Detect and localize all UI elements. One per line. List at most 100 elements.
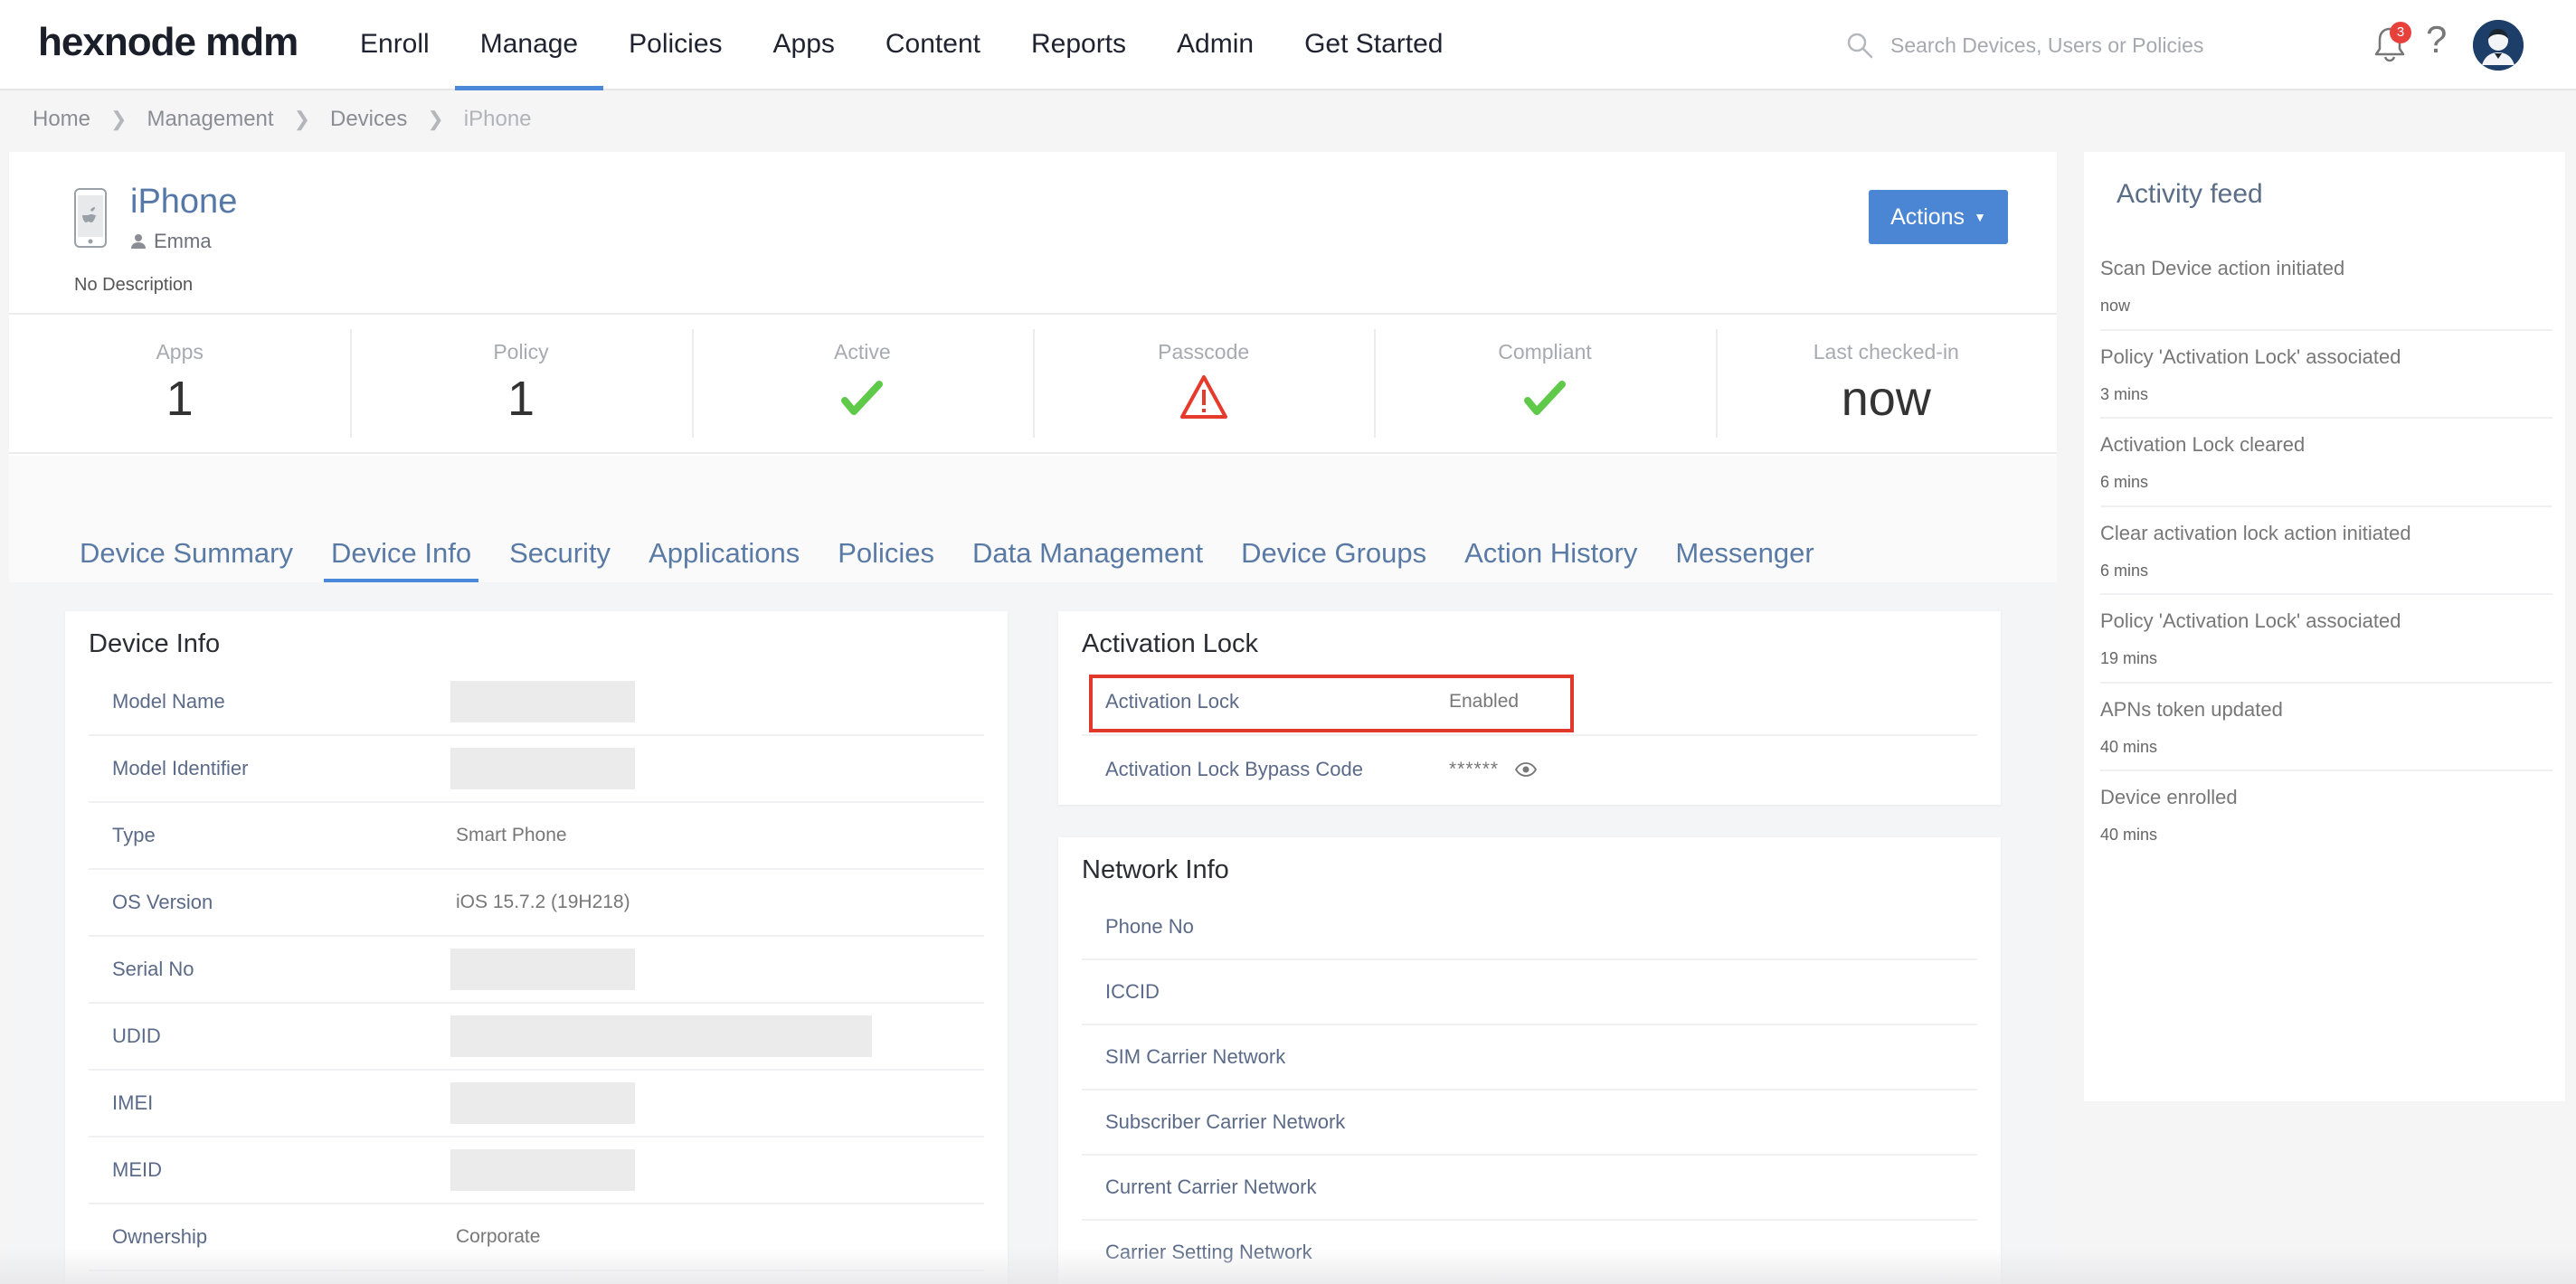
tab-data-management[interactable]: Data Management	[965, 537, 1210, 579]
feed-text: Activation Lock cleared	[2100, 433, 2306, 456]
activity-feed-title: Activity feed	[2117, 179, 2263, 209]
nav-policies[interactable]: Policies	[603, 0, 747, 90]
tab-action-history[interactable]: Action History	[1457, 537, 1644, 579]
tab-messenger[interactable]: Messenger	[1668, 537, 1821, 579]
breadcrumb-management[interactable]: Management	[147, 107, 273, 132]
nav-enroll[interactable]: Enroll	[335, 0, 455, 90]
row-label: Serial No	[112, 958, 194, 980]
nav-apps[interactable]: Apps	[748, 0, 860, 90]
feed-text: APNs token updated	[2100, 697, 2283, 721]
network-info-title: Network Info	[1082, 855, 1229, 884]
row-label: SIM Carrier Network	[1105, 1045, 1286, 1068]
device-info-title: Device Info	[89, 629, 221, 658]
user-avatar[interactable]	[2473, 20, 2524, 71]
network-row-phone-no: Phone No	[1082, 895, 1977, 960]
tabs-area: Device Summary Device Info Security Appl…	[9, 456, 2057, 582]
tab-applications[interactable]: Applications	[641, 537, 807, 579]
row-value: ******	[1449, 759, 1500, 779]
feed-time: 6 mins	[2100, 473, 2149, 491]
actions-label: Actions	[1890, 203, 1965, 230]
row-label: IMEI	[112, 1091, 154, 1114]
row-value: iOS 15.7.2 (19H218)	[456, 892, 630, 912]
stat-policy-label: Policy	[493, 340, 549, 363]
network-row-current-carrier: Current Carrier Network	[1082, 1156, 1977, 1221]
top-navbar: hexnode mdm Enroll Manage Policies Apps …	[0, 0, 2576, 90]
notification-count-badge: 3	[2390, 22, 2411, 43]
nav-manage[interactable]: Manage	[454, 0, 604, 90]
redacted-value	[450, 949, 635, 990]
feed-time: 3 mins	[2100, 384, 2149, 403]
activity-feed: Activity feed Scan Device action initiat…	[2084, 152, 2565, 1101]
bottom-fade	[0, 1248, 2576, 1284]
stat-apps[interactable]: Apps 1	[9, 315, 350, 452]
feed-item: Policy 'Activation Lock' associated 19 mi…	[2100, 595, 2552, 684]
check-icon	[841, 381, 884, 415]
nav-content[interactable]: Content	[860, 0, 1006, 90]
feed-time: 19 mins	[2100, 649, 2158, 667]
feed-text: Policy 'Activation Lock' associated	[2100, 609, 2401, 632]
redacted-value	[450, 681, 635, 722]
row-label: Model Identifier	[112, 757, 249, 779]
breadcrumb: Home ❯ Management ❯ Devices ❯ iPhone	[33, 107, 532, 132]
tab-device-summary[interactable]: Device Summary	[72, 537, 300, 579]
eye-icon[interactable]	[1515, 762, 1538, 777]
feed-time: 6 mins	[2100, 561, 2149, 580]
feed-time: 40 mins	[2100, 737, 2158, 756]
search-input[interactable]	[1890, 33, 2306, 58]
stat-apps-label: Apps	[156, 340, 204, 363]
highlight-box	[1089, 675, 1574, 732]
chevron-right-icon: ❯	[427, 108, 444, 130]
stat-active: Active	[691, 315, 1033, 452]
chevron-right-icon: ❯	[110, 108, 128, 130]
stat-passcode-label: Passcode	[1158, 340, 1250, 363]
row-value: Smart Phone	[456, 825, 567, 845]
row-label: Model Name	[112, 690, 225, 713]
logo[interactable]: hexnode mdm	[38, 20, 298, 65]
notifications-button[interactable]: 3	[2370, 22, 2411, 65]
device-info-card: Device Info Model Name Model Identifier …	[65, 611, 1008, 1284]
info-row-type: Type Smart Phone	[89, 803, 984, 870]
main-nav: Enroll Manage Policies Apps Content Repo…	[335, 0, 1468, 90]
breadcrumb-devices[interactable]: Devices	[330, 107, 407, 132]
device-name: iPhone	[130, 183, 238, 221]
device-user[interactable]: Emma	[130, 230, 212, 253]
network-row-subscriber-carrier: Subscriber Carrier Network	[1082, 1090, 1977, 1156]
feed-item: Clear activation lock action initiated 6 …	[2100, 507, 2552, 595]
nav-admin[interactable]: Admin	[1151, 0, 1279, 90]
feed-item: Device enrolled 40 mins	[2100, 771, 2552, 860]
user-icon	[131, 234, 146, 249]
feed-item: Scan Device action initiated now	[2100, 242, 2552, 331]
network-row-sim-carrier: SIM Carrier Network	[1082, 1025, 1977, 1090]
feed-text: Scan Device action initiated	[2100, 257, 2345, 279]
feed-time: now	[2100, 297, 2131, 315]
feed-time: 40 mins	[2100, 826, 2158, 844]
tab-policies[interactable]: Policies	[830, 537, 942, 579]
global-search	[1845, 25, 2316, 65]
tab-device-groups[interactable]: Device Groups	[1234, 537, 1434, 579]
stat-last-checked-in-value: now	[1841, 372, 1931, 426]
stat-policy[interactable]: Policy 1	[350, 315, 691, 452]
tab-device-info[interactable]: Device Info	[324, 537, 479, 582]
activation-lock-card: Activation Lock Activation Lock Enabled …	[1058, 611, 2001, 805]
breadcrumb-home[interactable]: Home	[33, 107, 90, 132]
row-label: MEID	[112, 1158, 162, 1181]
device-stats: Apps 1 Policy 1 Active Passcode Complian…	[9, 313, 2057, 454]
device-tabs: Device Summary Device Info Security Appl…	[72, 537, 1845, 582]
tab-security[interactable]: Security	[502, 537, 618, 579]
device-description: No Description	[74, 275, 194, 295]
feed-text: Device enrolled	[2100, 786, 2238, 808]
check-icon	[1523, 381, 1566, 415]
stat-active-label: Active	[834, 340, 891, 363]
stat-apps-value: 1	[166, 372, 194, 426]
redacted-value	[450, 1149, 635, 1191]
breadcrumb-current: iPhone	[463, 107, 532, 131]
info-row-model-identifier: Model Identifier	[89, 736, 984, 803]
nav-reports[interactable]: Reports	[1006, 0, 1151, 90]
redacted-value	[450, 1082, 635, 1124]
activity-feed-list: Scan Device action initiated now Policy '…	[2100, 242, 2552, 860]
actions-button[interactable]: Actions ▼	[1869, 190, 2008, 244]
nav-get-started[interactable]: Get Started	[1279, 0, 1468, 90]
help-icon[interactable]: ?	[2426, 18, 2447, 61]
redacted-value	[450, 1015, 872, 1057]
iphone-device-icon	[74, 188, 107, 248]
